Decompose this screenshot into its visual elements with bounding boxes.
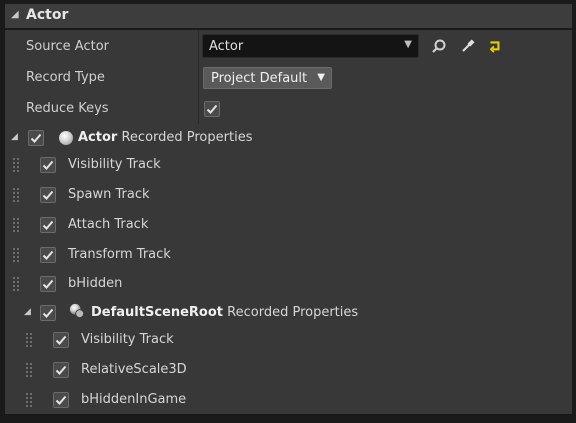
record-type-value: Project Default	[211, 71, 308, 86]
record-type-label: Record Type	[26, 70, 105, 85]
attach-track-checkbox[interactable]	[40, 217, 56, 233]
check-icon	[42, 250, 54, 260]
check-icon	[42, 190, 54, 200]
drag-handle-icon[interactable]	[25, 362, 33, 380]
list-item: Visibility Track	[5, 325, 572, 355]
actor-section-header[interactable]: ◢ Actor	[5, 4, 572, 29]
visibility-track-checkbox[interactable]	[40, 157, 56, 173]
record-type-dropdown[interactable]: Project Default ▼	[203, 67, 332, 89]
visibility-track-label: Visibility Track	[68, 157, 161, 172]
section-title: Actor	[26, 7, 69, 23]
check-icon	[55, 365, 67, 375]
drag-handle-icon[interactable]	[12, 157, 20, 175]
collapse-triangle-icon[interactable]: ◢	[11, 9, 19, 20]
scene-component-icon	[69, 303, 85, 319]
spawn-track-checkbox[interactable]	[40, 187, 56, 203]
reduce-keys-label: Reduce Keys	[26, 101, 109, 116]
check-icon	[42, 160, 54, 170]
attach-track-label: Attach Track	[68, 217, 149, 232]
component-visibility-track-label: Visibility Track	[81, 332, 174, 347]
eyedropper-icon[interactable]	[460, 38, 476, 54]
check-icon	[206, 104, 218, 114]
source-actor-label: Source Actor	[26, 39, 109, 54]
reduce-keys-row: Reduce Keys	[5, 93, 572, 123]
actor-sphere-icon	[59, 131, 73, 145]
source-actor-row: Source Actor Actor ▼	[5, 31, 572, 61]
component-group-suffix: Recorded Properties	[227, 305, 359, 320]
list-item: bHiddenInGame	[5, 385, 572, 415]
reduce-keys-checkbox[interactable]	[204, 101, 220, 117]
list-item: Transform Track	[5, 240, 572, 270]
relativescale3d-checkbox[interactable]	[53, 362, 69, 378]
actor-group-row: ◢ Actor Recorded Properties	[5, 122, 572, 152]
chevron-down-icon: ▼	[317, 72, 325, 83]
use-selected-icon[interactable]	[487, 39, 503, 55]
relativescale3d-label: RelativeScale3D	[81, 362, 187, 377]
check-icon	[42, 308, 54, 318]
record-type-row: Record Type Project Default ▼	[5, 62, 572, 92]
list-item: Attach Track	[5, 210, 572, 240]
bhiddeningame-checkbox[interactable]	[53, 392, 69, 408]
bhidden-checkbox[interactable]	[40, 276, 56, 292]
actor-group-suffix: Recorded Properties	[121, 130, 253, 145]
source-actor-combo[interactable]: Actor ▼	[202, 34, 419, 58]
check-icon	[55, 395, 67, 405]
source-actor-value: Actor	[209, 39, 244, 54]
drag-handle-icon[interactable]	[25, 332, 33, 350]
component-group-checkbox[interactable]	[40, 305, 56, 321]
search-icon[interactable]	[431, 38, 447, 54]
transform-track-label: Transform Track	[68, 247, 171, 262]
drag-handle-icon[interactable]	[12, 247, 20, 265]
collapse-triangle-icon[interactable]: ◢	[11, 132, 18, 142]
collapse-triangle-icon[interactable]: ◢	[24, 307, 31, 317]
component-group-row: ◢ DefaultSceneRoot Recorded Properties	[5, 297, 572, 327]
list-item: bHidden	[5, 269, 572, 299]
list-item: Visibility Track	[5, 150, 572, 180]
list-item: Spawn Track	[5, 180, 572, 210]
actor-group-name: Actor	[78, 130, 118, 145]
component-visibility-track-checkbox[interactable]	[53, 332, 69, 348]
check-icon	[30, 133, 42, 143]
bhidden-label: bHidden	[68, 276, 123, 291]
check-icon	[42, 279, 54, 289]
drag-handle-icon[interactable]	[12, 187, 20, 205]
drag-handle-icon[interactable]	[12, 276, 20, 294]
drag-handle-icon[interactable]	[12, 217, 20, 235]
transform-track-checkbox[interactable]	[40, 247, 56, 263]
component-group-name: DefaultSceneRoot	[91, 305, 224, 320]
section-body: Source Actor Actor ▼ Record Type Project…	[5, 30, 572, 414]
spawn-track-label: Spawn Track	[68, 187, 150, 202]
drag-handle-icon[interactable]	[25, 392, 33, 410]
chevron-down-icon: ▼	[404, 39, 412, 50]
actor-group-checkbox[interactable]	[28, 130, 44, 146]
check-icon	[42, 220, 54, 230]
bhiddeningame-label: bHiddenInGame	[81, 392, 187, 407]
details-panel: ◢ Actor Source Actor Actor ▼ Record Type…	[0, 0, 576, 423]
check-icon	[55, 335, 67, 345]
list-item: RelativeScale3D	[5, 355, 572, 385]
